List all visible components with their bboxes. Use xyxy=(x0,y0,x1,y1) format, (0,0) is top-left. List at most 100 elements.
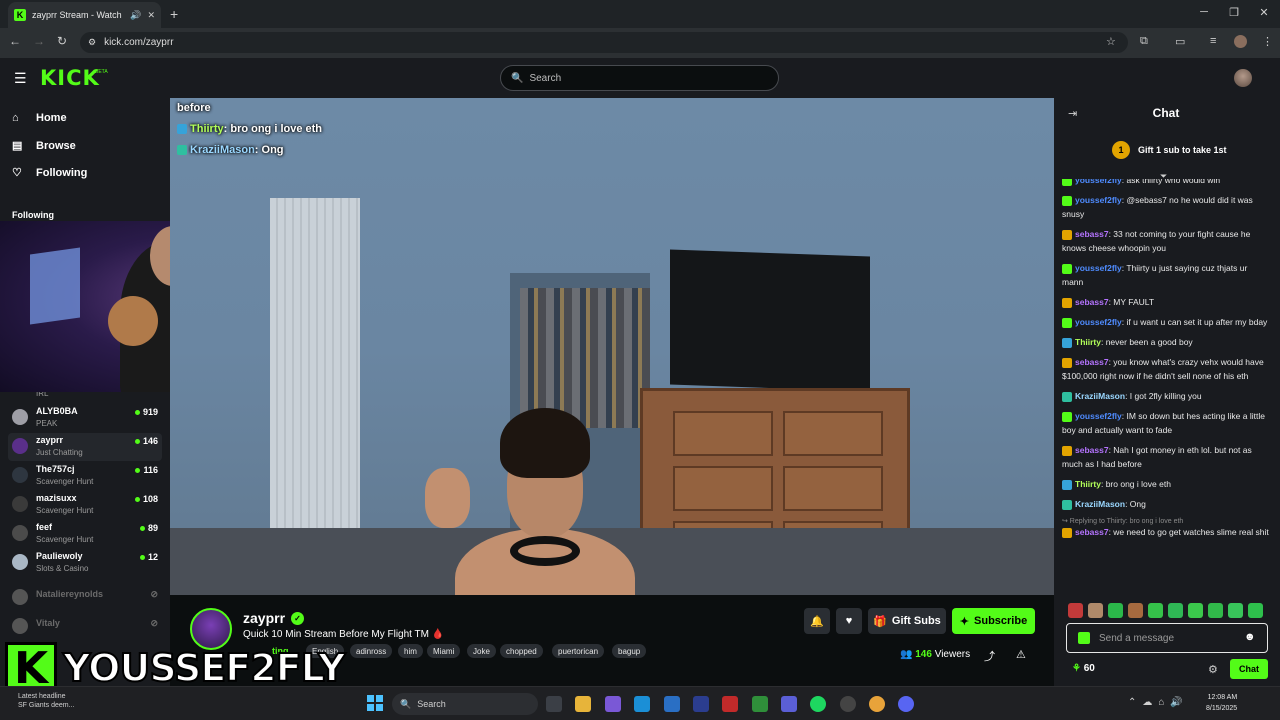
followed-channel-row[interactable]: ALYB0BA PEAK 919 xyxy=(8,404,162,432)
app-dark-icon[interactable] xyxy=(840,696,856,712)
followed-channel-row[interactable]: zayprr Just Chatting 146 xyxy=(8,433,162,461)
share-icon[interactable]: ⤴ xyxy=(984,648,995,664)
app-l-icon[interactable] xyxy=(693,696,709,712)
emote-icon[interactable] xyxy=(1248,602,1263,618)
chat-username[interactable]: sebass7 xyxy=(1075,445,1109,455)
subscribe-button[interactable]: ✦ Subscribe xyxy=(952,608,1035,634)
emote-icon[interactable] xyxy=(1148,602,1163,618)
address-bar[interactable]: ⚙ kick.com/zayprr xyxy=(80,32,1128,53)
close-tab-icon[interactable]: ✕ xyxy=(147,10,155,21)
windows-start-icon[interactable] xyxy=(367,695,383,711)
app-shield-icon[interactable] xyxy=(722,696,738,712)
chat-username[interactable]: sebass7 xyxy=(1075,229,1109,239)
emote-icon[interactable] xyxy=(1208,602,1223,618)
news-widget[interactable]: Latest headline SF Giants deem... xyxy=(18,692,74,710)
spotify-icon[interactable] xyxy=(810,696,826,712)
chrome-icon[interactable] xyxy=(869,696,885,712)
back-icon[interactable]: ← xyxy=(9,34,21,48)
emote-icon[interactable] xyxy=(1188,602,1203,618)
system-tray[interactable]: ⌃☁⌂🔊 xyxy=(1128,697,1189,708)
follow-button[interactable]: ♥ xyxy=(836,608,862,634)
followed-channel-row[interactable]: mazisuxx Scavenger Hunt 108 xyxy=(8,491,162,519)
xbox-icon[interactable] xyxy=(752,696,768,712)
sidebar-item-browse[interactable]: ▤ Browse xyxy=(12,139,76,153)
emote-icon[interactable] xyxy=(1068,602,1083,618)
stream-tag[interactable]: bagup xyxy=(612,644,647,658)
edge-icon[interactable] xyxy=(634,696,650,712)
beta-label: BETA xyxy=(95,69,108,75)
streamer-name[interactable]: zayprr xyxy=(243,610,285,626)
collapse-chat-icon[interactable]: ⇥ xyxy=(1068,107,1077,120)
followed-channel-row[interactable]: The757cj Scavenger Hunt 116 xyxy=(8,462,162,490)
taskbar-search[interactable]: 🔍 Search xyxy=(392,693,538,715)
copilot-icon[interactable] xyxy=(605,696,621,712)
followed-channel-row[interactable]: feef Scavenger Hunt 89 xyxy=(8,520,162,548)
chat-username[interactable]: youssef2fly xyxy=(1075,317,1122,327)
report-icon[interactable]: ⚠ xyxy=(1016,648,1026,661)
followed-channel-row[interactable]: Nataliereynolds ⊘ xyxy=(8,584,162,612)
emote-icon[interactable] xyxy=(1088,602,1103,618)
chat-username[interactable]: sebass7 xyxy=(1075,527,1109,537)
kick-logo[interactable]: KICK xyxy=(40,66,100,90)
speaker-icon[interactable]: 🔊 xyxy=(130,10,141,21)
notification-bell-button[interactable]: 🔔 xyxy=(804,608,830,634)
stream-tag[interactable]: Joke xyxy=(467,644,496,658)
extensions-icon[interactable]: ⧉ xyxy=(1140,35,1148,48)
task-view-icon[interactable] xyxy=(546,696,562,712)
chat-username[interactable]: youssef2fly xyxy=(1075,195,1122,205)
followed-channel-row[interactable]: Pauliewoly Slots & Casino 12 xyxy=(8,549,162,577)
emoji-icon[interactable]: ☻ xyxy=(1244,631,1256,643)
reload-icon[interactable]: ↻ xyxy=(57,34,67,48)
bookmark-star-icon[interactable]: ☆ xyxy=(1106,35,1116,48)
followed-channel-row[interactable]: Vitaly ⊘ xyxy=(8,613,162,641)
chat-username[interactable]: sebass7 xyxy=(1075,357,1109,367)
taskbar-clock[interactable]: 12:08 AM 8/15/2025 xyxy=(1206,692,1237,714)
gift-subs-button[interactable]: 🎁 Gift Subs xyxy=(868,608,946,634)
video-player[interactable]: before Thiirty: bro ong i love eth Krazi… xyxy=(170,98,1054,595)
chat-username[interactable]: youssef2fly xyxy=(1075,179,1122,185)
media-controls-icon[interactable]: ≡ xyxy=(1210,35,1216,47)
chat-username[interactable]: Thiirty xyxy=(1075,479,1101,489)
gift-leaderboard-banner[interactable]: 1 Gift 1 sub to take 1st xyxy=(1112,141,1227,159)
chat-username[interactable]: KraziiMason xyxy=(1075,499,1125,509)
minimize-icon[interactable]: ─ xyxy=(1196,6,1212,18)
stream-tag[interactable]: chopped xyxy=(500,644,543,658)
emote-icon[interactable] xyxy=(1228,602,1243,618)
menu-kebab-icon[interactable]: ⋮ xyxy=(1262,35,1273,48)
discord-icon[interactable] xyxy=(898,696,914,712)
cast-icon[interactable]: ▭ xyxy=(1175,35,1185,48)
chat-username[interactable]: Thiirty xyxy=(1075,337,1101,347)
stream-tag[interactable]: him xyxy=(398,644,423,658)
chat-username[interactable]: sebass7 xyxy=(1075,297,1109,307)
channel-points[interactable]: ⚘ 60 xyxy=(1072,663,1095,674)
user-avatar[interactable] xyxy=(1234,69,1252,87)
chat-username[interactable]: youssef2fly xyxy=(1075,411,1122,421)
site-info-icon[interactable]: ⚙ xyxy=(88,37,96,48)
browser-tab[interactable]: K zayprr Stream - Watch Live 🔊 ✕ xyxy=(8,2,161,28)
chat-username[interactable]: youssef2fly xyxy=(1075,263,1122,273)
restore-icon[interactable]: ❐ xyxy=(1226,6,1242,19)
close-window-icon[interactable]: ✕ xyxy=(1256,6,1272,19)
emote-icon[interactable] xyxy=(1128,602,1143,618)
search-input[interactable]: 🔍 Search xyxy=(500,65,779,91)
profile-avatar[interactable] xyxy=(1234,35,1247,48)
chat-username[interactable]: KraziiMason xyxy=(1075,391,1125,401)
emote-icon[interactable] xyxy=(1168,602,1183,618)
emote-icon[interactable] xyxy=(1108,602,1123,618)
stream-tag[interactable]: adinross xyxy=(350,644,393,658)
chat-message-input[interactable]: Send a message xyxy=(1066,623,1268,653)
send-chat-button[interactable]: Chat xyxy=(1230,659,1268,679)
stream-tag[interactable]: Miami xyxy=(427,644,461,658)
stream-tag[interactable]: puertorican xyxy=(552,644,605,658)
forward-icon[interactable]: → xyxy=(33,34,45,48)
hamburger-menu-icon[interactable]: ☰ xyxy=(14,70,27,87)
identity-badge-icon[interactable] xyxy=(1078,632,1090,644)
new-tab-button[interactable]: + xyxy=(170,6,178,22)
file-explorer-icon[interactable] xyxy=(575,696,591,712)
app-purple-icon[interactable] xyxy=(781,696,797,712)
store-icon[interactable] xyxy=(664,696,680,712)
sidebar-item-home[interactable]: ⌂ Home xyxy=(12,112,67,124)
chat-settings-gear-icon[interactable]: ⚙ xyxy=(1208,663,1218,676)
sidebar-item-following[interactable]: ♡ Following xyxy=(12,166,87,180)
viewer-count: 116 xyxy=(135,465,158,475)
